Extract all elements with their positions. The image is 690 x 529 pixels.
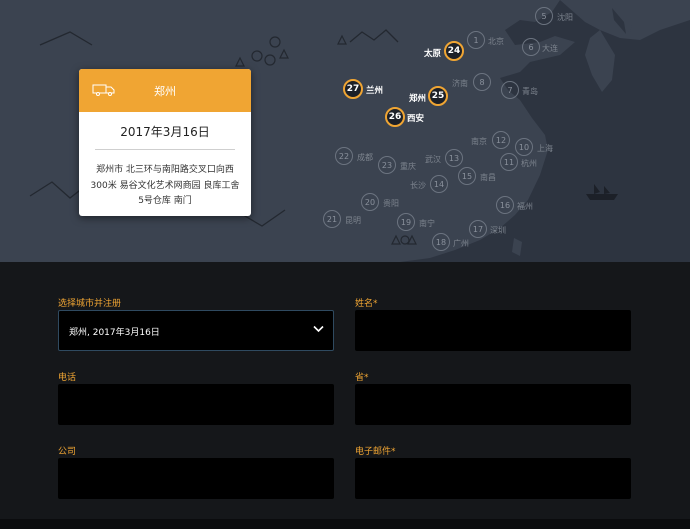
city-marker-8[interactable]: 8 <box>473 73 491 91</box>
city-marker-15[interactable]: 15 <box>458 167 476 185</box>
city-marker-25[interactable]: 25 <box>428 86 448 106</box>
popup-divider <box>95 149 235 150</box>
city-marker-label: 贵阳 <box>383 199 399 208</box>
city-marker-label: 大连 <box>542 44 558 53</box>
city-marker-label: 南宁 <box>419 219 435 228</box>
city-marker-label: 济南 <box>452 79 468 88</box>
city-marker-18[interactable]: 18 <box>432 233 450 251</box>
city-marker-label: 昆明 <box>345 216 361 225</box>
city-marker-label: 重庆 <box>400 162 416 171</box>
province-field[interactable] <box>355 384 631 425</box>
city-marker-label: 北京 <box>488 37 504 46</box>
name-label: 姓名* <box>355 299 378 309</box>
popup-header: 郑州 <box>79 69 251 112</box>
city-marker-23[interactable]: 23 <box>378 156 396 174</box>
city-marker-label: 广州 <box>453 239 469 248</box>
city-marker-6[interactable]: 6 <box>522 38 540 56</box>
bottom-strip <box>0 519 690 529</box>
city-marker-label: 青岛 <box>522 87 538 96</box>
city-marker-19[interactable]: 19 <box>397 213 415 231</box>
popup-city-title: 郑州 <box>154 85 176 98</box>
company-field[interactable] <box>58 458 334 499</box>
city-marker-label: 兰州 <box>366 86 384 96</box>
email-label: 电子邮件* <box>355 447 396 457</box>
city-info-popup: 郑州 2017年3月16日 郑州市 北三环与南阳路交叉口向西300米 易谷文化艺… <box>79 69 251 216</box>
city-marker-7[interactable]: 7 <box>501 81 519 99</box>
city-marker-label: 南昌 <box>480 173 496 182</box>
popup-address: 郑州市 北三环与南阳路交叉口向西300米 易谷文化艺术网商园 良库工舍 5号仓库… <box>90 165 240 206</box>
city-marker-label: 沈阳 <box>557 13 573 22</box>
phone-label: 电话 <box>58 373 77 383</box>
city-marker-22[interactable]: 22 <box>335 147 353 165</box>
name-field[interactable] <box>355 310 631 351</box>
china-map[interactable]: 5 沈阳 1 北京 6 大连 24 太原 8 济南 7 青岛 27 兰州 25 郑州 26 西安 12 南京 10 上海 2… <box>0 0 690 262</box>
city-marker-label: 长沙 <box>410 181 426 190</box>
city-select-value: 郑州, 2017年3月16日 <box>69 328 160 338</box>
city-marker-17[interactable]: 17 <box>469 220 487 238</box>
city-marker-12[interactable]: 12 <box>492 131 510 149</box>
city-marker-label: 武汉 <box>425 155 441 164</box>
city-select-label: 选择城市并注册 <box>58 299 122 309</box>
city-marker-label: 西安 <box>407 114 425 124</box>
city-marker-label: 福州 <box>517 202 533 211</box>
city-marker-5[interactable]: 5 <box>535 7 553 25</box>
city-marker-10[interactable]: 10 <box>515 138 533 156</box>
city-marker-label: 杭州 <box>521 159 537 168</box>
city-marker-24[interactable]: 24 <box>444 41 464 61</box>
chevron-down-icon <box>313 325 324 333</box>
city-marker-1[interactable]: 1 <box>467 31 485 49</box>
city-marker-27[interactable]: 27 <box>343 79 363 99</box>
province-label: 省* <box>355 373 369 383</box>
city-marker-13[interactable]: 13 <box>445 149 463 167</box>
city-marker-label: 上海 <box>537 144 553 153</box>
city-marker-label: 太原 <box>424 49 442 59</box>
city-marker-label: 深圳 <box>490 226 506 235</box>
phone-field[interactable] <box>58 384 334 425</box>
city-marker-16[interactable]: 16 <box>496 196 514 214</box>
city-marker-20[interactable]: 20 <box>361 193 379 211</box>
company-label: 公司 <box>58 447 77 457</box>
city-marker-26[interactable]: 26 <box>385 107 405 127</box>
popup-date: 2017年3月16日 <box>120 125 210 139</box>
city-marker-label: 郑州 <box>409 94 427 104</box>
city-select[interactable]: 郑州, 2017年3月16日 <box>58 310 334 351</box>
registration-form: 选择城市并注册 郑州, 2017年3月16日 姓名* 电话 省* 公司 电子邮件… <box>0 262 690 529</box>
city-marker-11[interactable]: 11 <box>500 153 518 171</box>
city-marker-label: 南京 <box>471 137 487 146</box>
email-field[interactable] <box>355 458 631 499</box>
city-marker-14[interactable]: 14 <box>430 175 448 193</box>
city-marker-label: 成都 <box>357 153 373 162</box>
city-marker-21[interactable]: 21 <box>323 210 341 228</box>
